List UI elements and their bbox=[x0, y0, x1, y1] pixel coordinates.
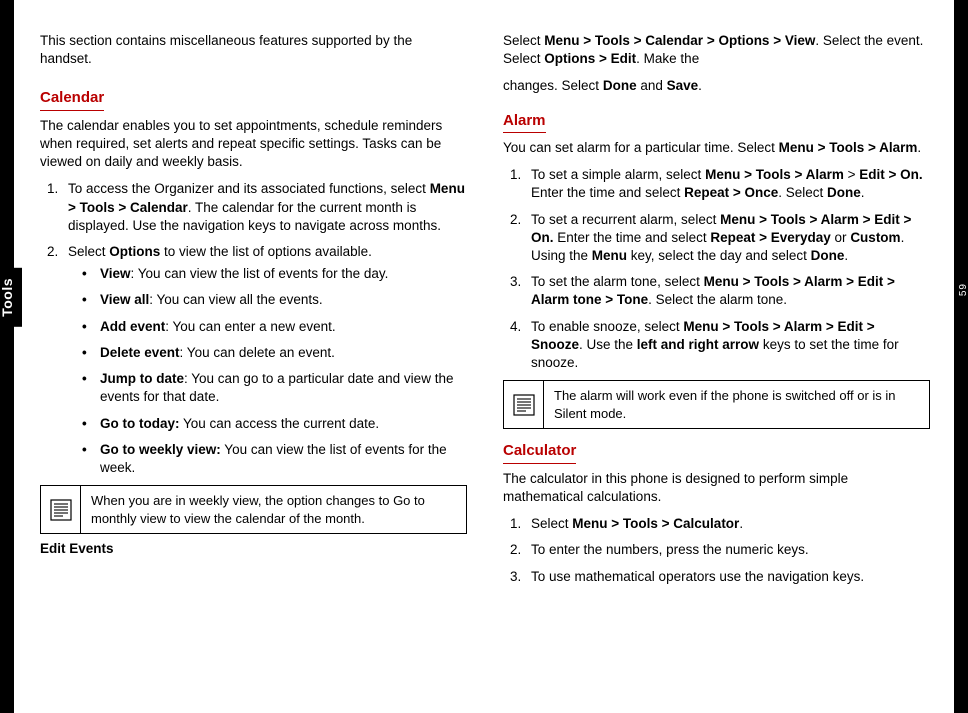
note-alarm: The alarm will work even if the phone is… bbox=[503, 380, 930, 429]
opt-go-to-weekly: Go to weekly view: You can view the list… bbox=[78, 441, 467, 477]
opt-add-event: Add event: You can enter a new event. bbox=[78, 318, 467, 336]
calendar-desc: The calendar enables you to set appointm… bbox=[40, 117, 467, 172]
calendar-step-2: Select Options to view the list of optio… bbox=[62, 243, 467, 477]
calendar-step-1: To access the Organizer and its associat… bbox=[62, 180, 467, 235]
opt-delete-event: Delete event: You can delete an event. bbox=[78, 344, 467, 362]
calendar-steps: To access the Organizer and its associat… bbox=[40, 180, 467, 477]
calculator-steps: Select Menu > Tools > Calculator. To ent… bbox=[503, 515, 930, 586]
opt-jump-to-date: Jump to date: You can go to a particular… bbox=[78, 370, 467, 406]
edit-events-desc: Select Menu > Tools > Calendar > Options… bbox=[503, 32, 930, 68]
alarm-step-2: To set a recurrent alarm, select Menu > … bbox=[525, 211, 930, 266]
edit-events-continued: changes. Select Done and Save. bbox=[503, 77, 930, 95]
section-tab-tools: Tools bbox=[0, 268, 22, 327]
options-list: View: You can view the list of events fo… bbox=[68, 265, 467, 477]
note-weekly-view: When you are in weekly view, the option … bbox=[40, 485, 467, 534]
intro-text: This section contains miscellaneous feat… bbox=[40, 32, 467, 68]
calc-step-1: Select Menu > Tools > Calculator. bbox=[525, 515, 930, 533]
opt-view-all: View all: You can view all the events. bbox=[78, 291, 467, 309]
note-icon bbox=[504, 381, 544, 428]
alarm-steps: To set a simple alarm, select Menu > Too… bbox=[503, 166, 930, 372]
alarm-step-3: To set the alarm tone, select Menu > Too… bbox=[525, 273, 930, 309]
note-text: When you are in weekly view, the option … bbox=[81, 486, 466, 533]
alarm-step-1: To set a simple alarm, select Menu > Too… bbox=[525, 166, 930, 202]
calc-step-2: To enter the numbers, press the numeric … bbox=[525, 541, 930, 559]
calc-step-3: To use mathematical operators use the na… bbox=[525, 568, 930, 586]
alarm-desc: You can set alarm for a particular time.… bbox=[503, 139, 930, 157]
heading-alarm: Alarm bbox=[503, 111, 546, 133]
heading-calculator: Calculator bbox=[503, 441, 576, 463]
opt-go-to-today: Go to today: You can access the current … bbox=[78, 415, 467, 433]
calculator-desc: The calculator in this phone is designed… bbox=[503, 470, 930, 506]
page-content: This section contains miscellaneous feat… bbox=[40, 32, 930, 685]
page-number: 59 bbox=[957, 283, 968, 296]
note-icon bbox=[41, 486, 81, 533]
heading-calendar: Calendar bbox=[40, 88, 104, 110]
note-text: The alarm will work even if the phone is… bbox=[544, 381, 929, 428]
subheading-edit-events: Edit Events bbox=[40, 540, 467, 558]
opt-view: View: You can view the list of events fo… bbox=[78, 265, 467, 283]
alarm-step-4: To enable snooze, select Menu > Tools > … bbox=[525, 318, 930, 373]
